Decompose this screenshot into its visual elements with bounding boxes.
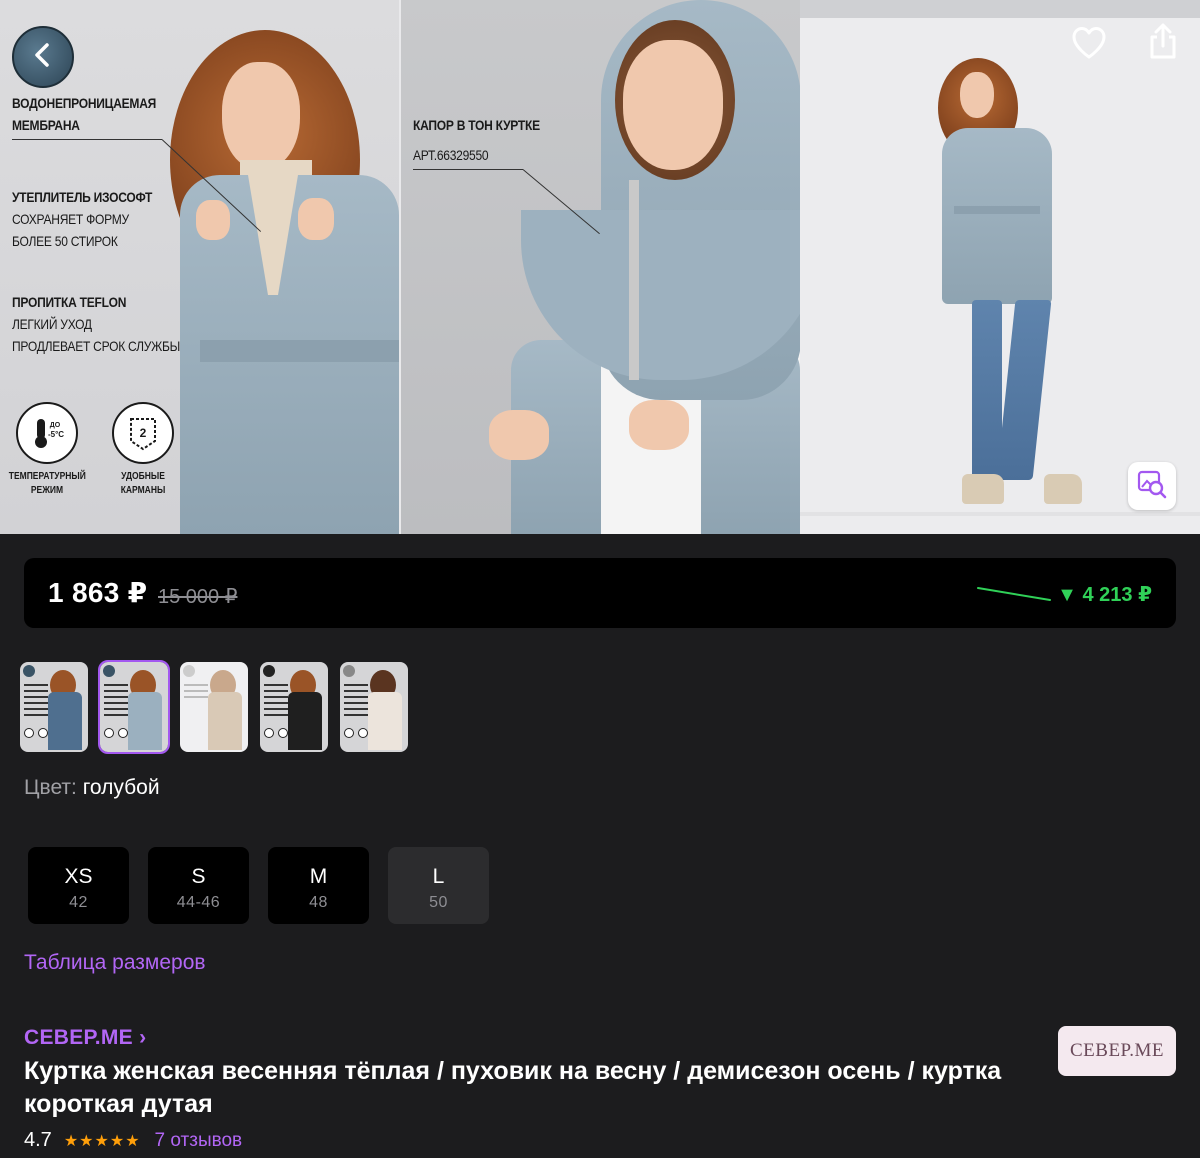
size-option-s[interactable]: S 44-46 — [148, 847, 249, 924]
price-bar[interactable]: 1 863 ₽ 15 000 ₽ ▼ 4 213 ₽ — [24, 558, 1176, 628]
back-button[interactable] — [12, 26, 74, 88]
image-search-icon — [1135, 467, 1169, 506]
size-option-xs[interactable]: XS 42 — [28, 847, 129, 924]
svg-text:-5°C: -5°C — [48, 430, 64, 439]
model-figure — [800, 0, 1200, 534]
coat-swatch — [288, 692, 322, 750]
product-image-gallery[interactable]: ВОДОНЕПРОНИЦАЕМАЯ МЕМБРАНА УТЕПЛИТЕЛЬ ИЗ… — [0, 0, 1200, 534]
size-selector: XS 42 S 44-46 M 48 L 50 — [28, 847, 489, 924]
reviews-link[interactable]: 7 отзывов — [155, 1130, 243, 1152]
favorite-button[interactable] — [1066, 22, 1112, 68]
old-price: 15 000 ₽ — [158, 586, 238, 608]
rating-row[interactable]: 4.7 ★★★★★ 7 отзывов — [24, 1129, 242, 1152]
gallery-image-hood[interactable]: КАПОР В ТОН КУРТКЕ АРТ.66329550 — [401, 0, 800, 534]
callout-membrane-line2: МЕМБРАНА — [12, 117, 80, 133]
current-price: 1 863 ₽ — [48, 577, 148, 608]
image-search-button[interactable] — [1128, 462, 1176, 510]
callout-teflon-line2: ПРОДЛЕВАЕТ СРОК СЛУЖБЫ — [12, 338, 181, 354]
callout-membrane-line1: ВОДОНЕПРОНИЦАЕМАЯ — [12, 95, 157, 111]
color-variant-thumbnails — [20, 660, 408, 754]
selected-color: Цвет: голубой — [24, 776, 160, 800]
rating-value: 4.7 — [24, 1129, 52, 1151]
gallery-image-full-body[interactable] — [800, 0, 1200, 534]
color-label: Цвет: — [24, 776, 77, 799]
chevron-left-icon — [30, 42, 56, 73]
brand-logo[interactable]: СЕВЕР.МЕ — [1058, 1026, 1176, 1076]
size-option-m[interactable]: M 48 — [268, 847, 369, 924]
callout-insulation-line2: БОЛЕЕ 50 СТИРОК — [12, 233, 118, 249]
color-thumbnail[interactable] — [180, 662, 248, 752]
pocket-icon: 2 — [112, 402, 174, 464]
callout-teflon-line1: ЛЕГКИЙ УХОД — [12, 316, 92, 332]
callout-insulation-line1: СОХРАНЯЕТ ФОРМУ — [12, 211, 129, 227]
size-table-link[interactable]: Таблица размеров — [24, 951, 206, 975]
price-drop-value: ▼ 4 213 ₽ — [1057, 584, 1152, 606]
brand-link[interactable]: СЕВЕР.МЕ › — [24, 1026, 146, 1050]
callout-hood-line1: КАПОР В ТОН КУРТКЕ — [413, 117, 540, 133]
thermometer-icon: ДО -5°C — [16, 402, 78, 464]
star-rating-icon: ★★★★★ — [63, 1132, 141, 1150]
callout-teflon-title: ПРОПИТКА TEFLON — [12, 294, 127, 310]
coat-swatch — [128, 692, 162, 750]
color-thumbnail[interactable] — [340, 662, 408, 752]
color-value: голубой — [82, 776, 160, 799]
callout-hood-article: АРТ.66329550 — [413, 147, 489, 163]
color-thumbnail[interactable] — [260, 662, 328, 752]
share-button[interactable] — [1140, 20, 1186, 66]
badge-caption: ТЕМПЕРАТУРНЫЙ РЕЖИМ — [8, 471, 86, 496]
svg-text:ДО: ДО — [50, 422, 61, 429]
price-trend-sparkline — [977, 587, 1051, 601]
callout-insulation-title: УТЕПЛИТЕЛЬ ИЗОСОФТ — [12, 189, 153, 205]
model-figure — [401, 0, 800, 534]
heart-icon — [1071, 26, 1107, 65]
coat-swatch — [48, 692, 82, 750]
svg-text:2: 2 — [140, 426, 147, 440]
color-thumbnail-selected[interactable] — [98, 660, 170, 754]
color-thumbnail[interactable] — [20, 662, 88, 752]
leader-line — [413, 169, 523, 170]
coat-swatch — [368, 692, 402, 750]
product-title: Куртка женская весенняя тёплая / пуховик… — [24, 1057, 1002, 1118]
size-option-l[interactable]: L 50 — [388, 847, 489, 924]
share-icon — [1147, 22, 1179, 65]
badge-caption: УДОБНЫЕ КАРМАНЫ — [120, 471, 166, 496]
coat-swatch — [208, 692, 242, 750]
leader-line — [12, 139, 162, 140]
